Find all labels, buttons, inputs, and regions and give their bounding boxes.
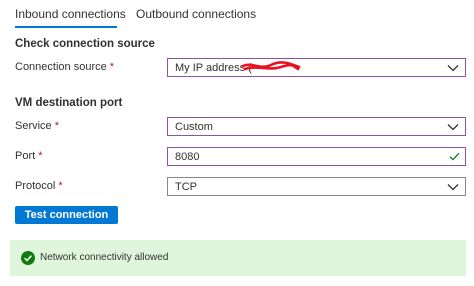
- port-input[interactable]: 8080: [167, 147, 466, 166]
- chevron-down-icon: [447, 124, 459, 131]
- tab-outbound-connections[interactable]: Outbound connections: [136, 7, 256, 21]
- connectivity-result-message: Network connectivity allowed: [40, 252, 169, 263]
- required-marker: *: [54, 120, 60, 132]
- service-label: Service *: [15, 120, 59, 132]
- section-heading-check-source: Check connection source: [15, 38, 155, 50]
- tab-inbound-connections[interactable]: Inbound connections: [15, 7, 126, 21]
- protocol-label: Protocol *: [15, 180, 63, 192]
- section-heading-destination-port: VM destination port: [15, 97, 123, 109]
- connectivity-result-banner: Network connectivity allowed: [10, 240, 466, 276]
- service-dropdown[interactable]: Custom: [167, 117, 466, 136]
- required-marker: *: [109, 61, 115, 73]
- protocol-value: TCP: [175, 181, 197, 193]
- redaction-scribble: [241, 61, 301, 71]
- test-connection-button[interactable]: Test connection: [15, 206, 118, 224]
- active-tab-indicator: [15, 26, 117, 28]
- success-check-circle-icon: [21, 251, 35, 265]
- connection-source-label: Connection source *: [15, 61, 114, 73]
- required-marker: *: [58, 180, 63, 192]
- protocol-label-text: Protocol: [15, 180, 56, 192]
- connection-source-dropdown[interactable]: My IP address (: [167, 58, 466, 77]
- chevron-down-icon: [447, 65, 459, 72]
- service-value: Custom: [175, 121, 213, 133]
- port-label: Port *: [15, 150, 43, 162]
- protocol-dropdown[interactable]: TCP: [167, 177, 466, 196]
- connection-source-label-text: Connection source: [15, 61, 107, 73]
- port-value: 8080: [175, 151, 200, 163]
- service-label-text: Service: [15, 120, 52, 132]
- required-marker: *: [38, 150, 43, 162]
- chevron-down-icon: [447, 184, 459, 191]
- valid-check-icon: [449, 152, 460, 161]
- port-label-text: Port: [15, 150, 36, 162]
- tab-bar: Inbound connections Outbound connections: [0, 0, 474, 28]
